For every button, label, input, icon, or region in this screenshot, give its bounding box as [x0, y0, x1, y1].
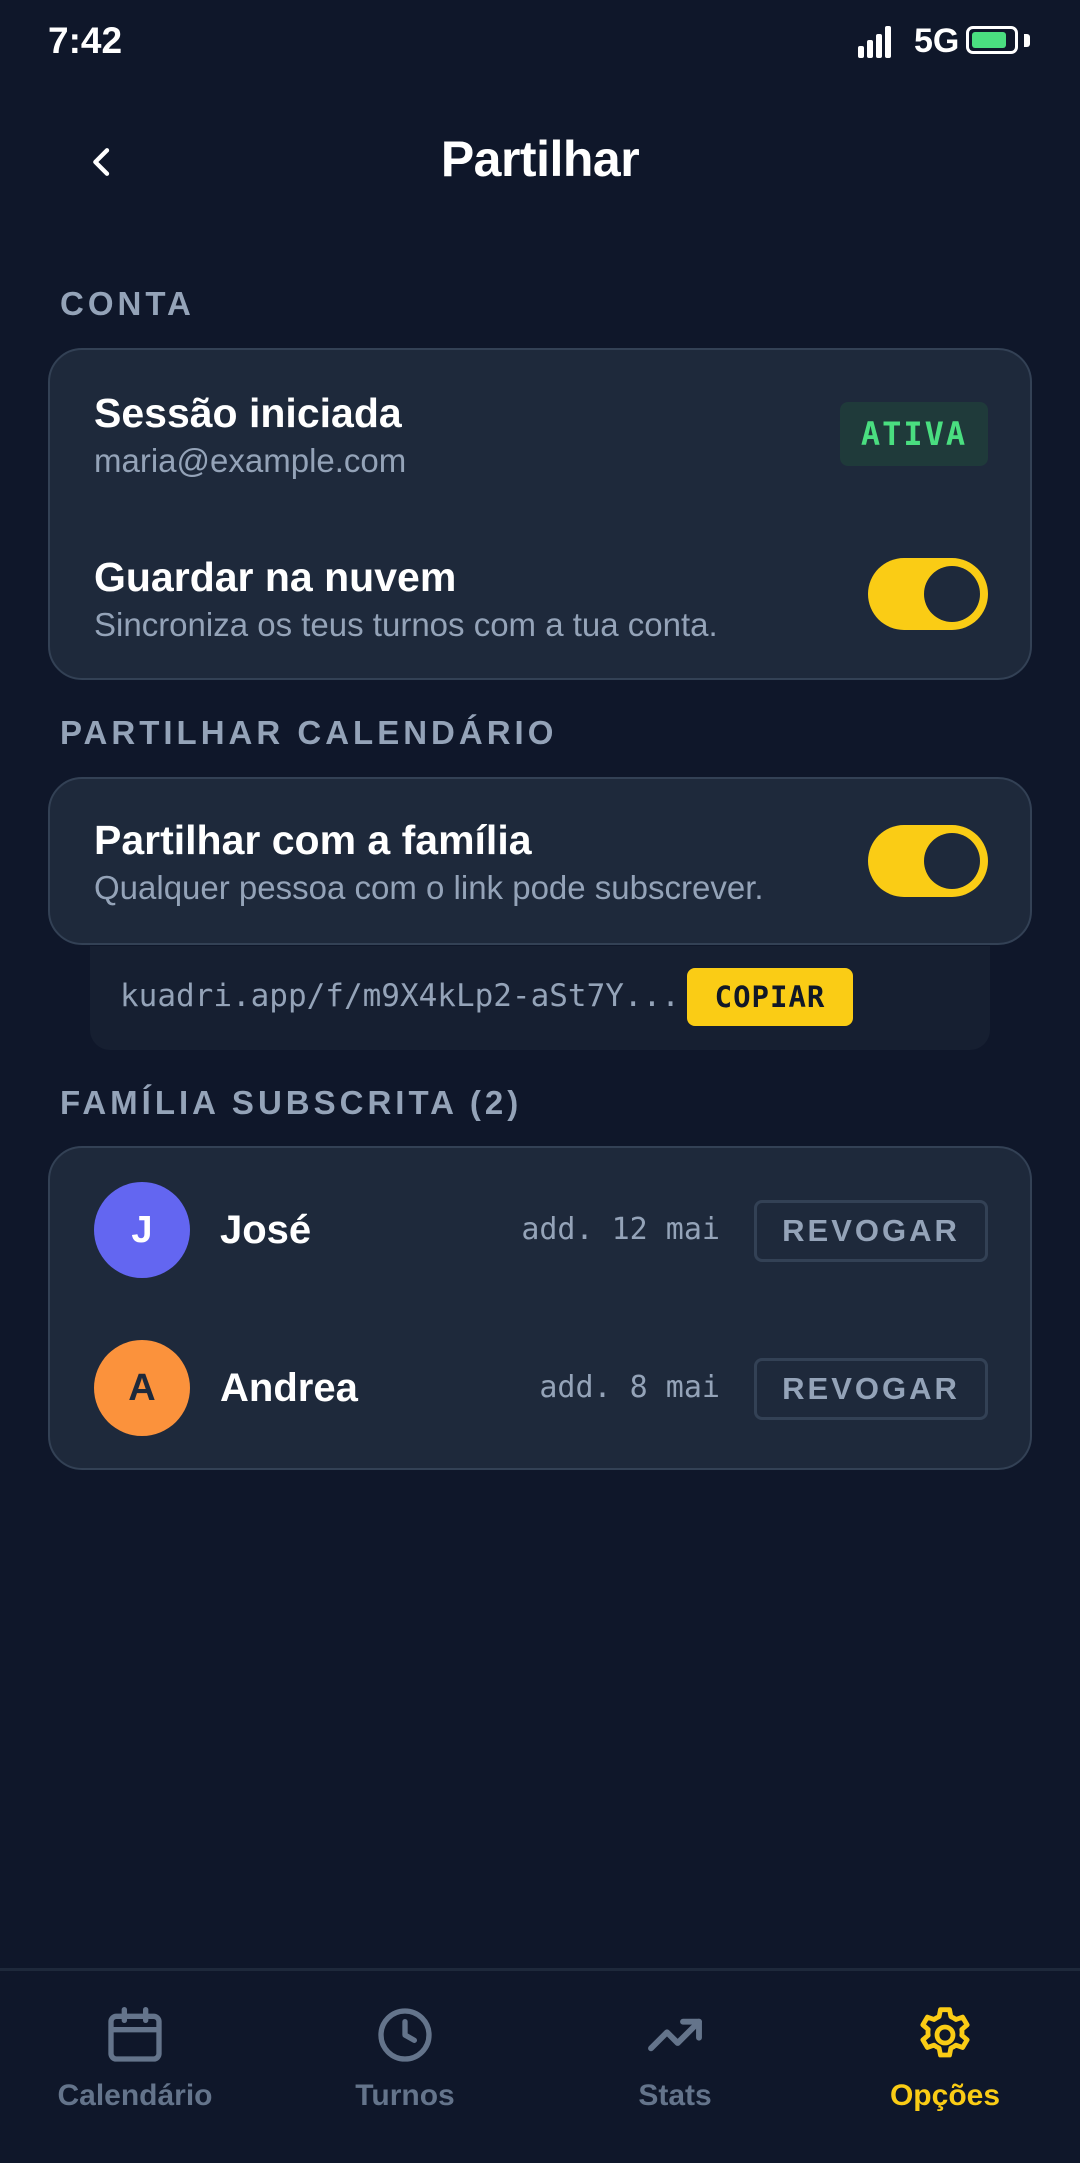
member-name: Andrea [220, 1366, 358, 1410]
member-added-date: add. 12 mai [521, 1212, 720, 1247]
nav-label-shifts: Turnos [355, 2079, 455, 2112]
section-label-share: PARTILHAR CALENDÁRIO [60, 714, 558, 751]
cloud-row: Guardar na nuvem Sincroniza os teus turn… [50, 516, 1030, 682]
family-share-subtitle: Qualquer pessoa com o link pode subscrev… [94, 869, 764, 906]
trending-up-icon [648, 2018, 702, 2052]
family-share-title: Partilhar com a família [94, 817, 532, 863]
avatar-initial: J [131, 1208, 153, 1251]
nav-label-stats: Stats [638, 2079, 712, 2112]
revoke-button[interactable]: REVOGAR [754, 1200, 988, 1262]
status-time: 7:42 [48, 20, 123, 61]
revoke-button[interactable]: REVOGAR [754, 1358, 988, 1420]
session-title: Sessão iniciada [94, 390, 402, 436]
section-label-account: CONTA [60, 285, 195, 322]
cloud-subtitle: Sincroniza os teus turnos com a tua cont… [94, 606, 718, 643]
share-link-box: kuadri.app/f/m9X4kLp2-aSt7Y... COPIAR [90, 946, 990, 1050]
nav-label-calendar: Calendário [57, 2079, 213, 2112]
network-type: 5G [914, 22, 960, 60]
avatar-initial: A [128, 1366, 156, 1409]
subscribers-card: J José add. 12 mai REVOGAR A Andrea add.… [48, 1146, 1032, 1470]
nav-item-stats[interactable]: Stats [540, 1971, 810, 2163]
avatar: J [94, 1182, 190, 1278]
nav-item-shifts[interactable]: Turnos [270, 1971, 540, 2163]
member-name: José [220, 1208, 312, 1252]
cloud-toggle[interactable] [868, 558, 988, 630]
list-item: J José add. 12 mai REVOGAR [50, 1148, 1030, 1310]
header: Partilhar [0, 110, 1080, 210]
status-bar: 7:42 5G [0, 0, 1080, 84]
nav-item-options[interactable]: Opções [810, 1971, 1080, 2163]
battery-tip [1024, 34, 1030, 47]
toggle-knob [924, 833, 980, 889]
battery-icon [966, 26, 1018, 54]
share-card: Partilhar com a família Qualquer pessoa … [48, 777, 1032, 945]
clock-icon [378, 2008, 432, 2062]
section-label-subscribers: FAMÍLIA SUBSCRITA (2) [60, 1084, 523, 1121]
signal-icon [858, 26, 892, 58]
copy-button[interactable]: COPIAR [687, 968, 853, 1026]
list-item: A Andrea add. 8 mai REVOGAR [50, 1310, 1030, 1472]
nav-label-options: Opções [889, 2079, 1001, 2112]
share-link[interactable]: kuadri.app/f/m9X4kLp2-aSt7Y... [120, 978, 680, 1014]
page-title: Partilhar [440, 131, 640, 187]
nav-item-calendar[interactable]: Calendário [0, 1971, 270, 2163]
session-row: Sessão iniciada maria@example.com ATIVA [50, 350, 1030, 516]
account-card: Sessão iniciada maria@example.com ATIVA … [48, 348, 1032, 680]
family-share-toggle[interactable] [868, 825, 988, 897]
status-badge: ATIVA [840, 402, 988, 466]
gear-icon [920, 2007, 970, 2058]
avatar: A [94, 1340, 190, 1436]
session-email: maria@example.com [94, 442, 407, 479]
cloud-title: Guardar na nuvem [94, 554, 457, 600]
calendar-icon [108, 2007, 162, 2062]
bottom-nav: Calendário Turnos Stats Opções [0, 1968, 1080, 2163]
family-share-row: Partilhar com a família Qualquer pessoa … [50, 779, 1030, 947]
toggle-knob [924, 566, 980, 622]
member-added-date: add. 8 mai [539, 1370, 720, 1405]
